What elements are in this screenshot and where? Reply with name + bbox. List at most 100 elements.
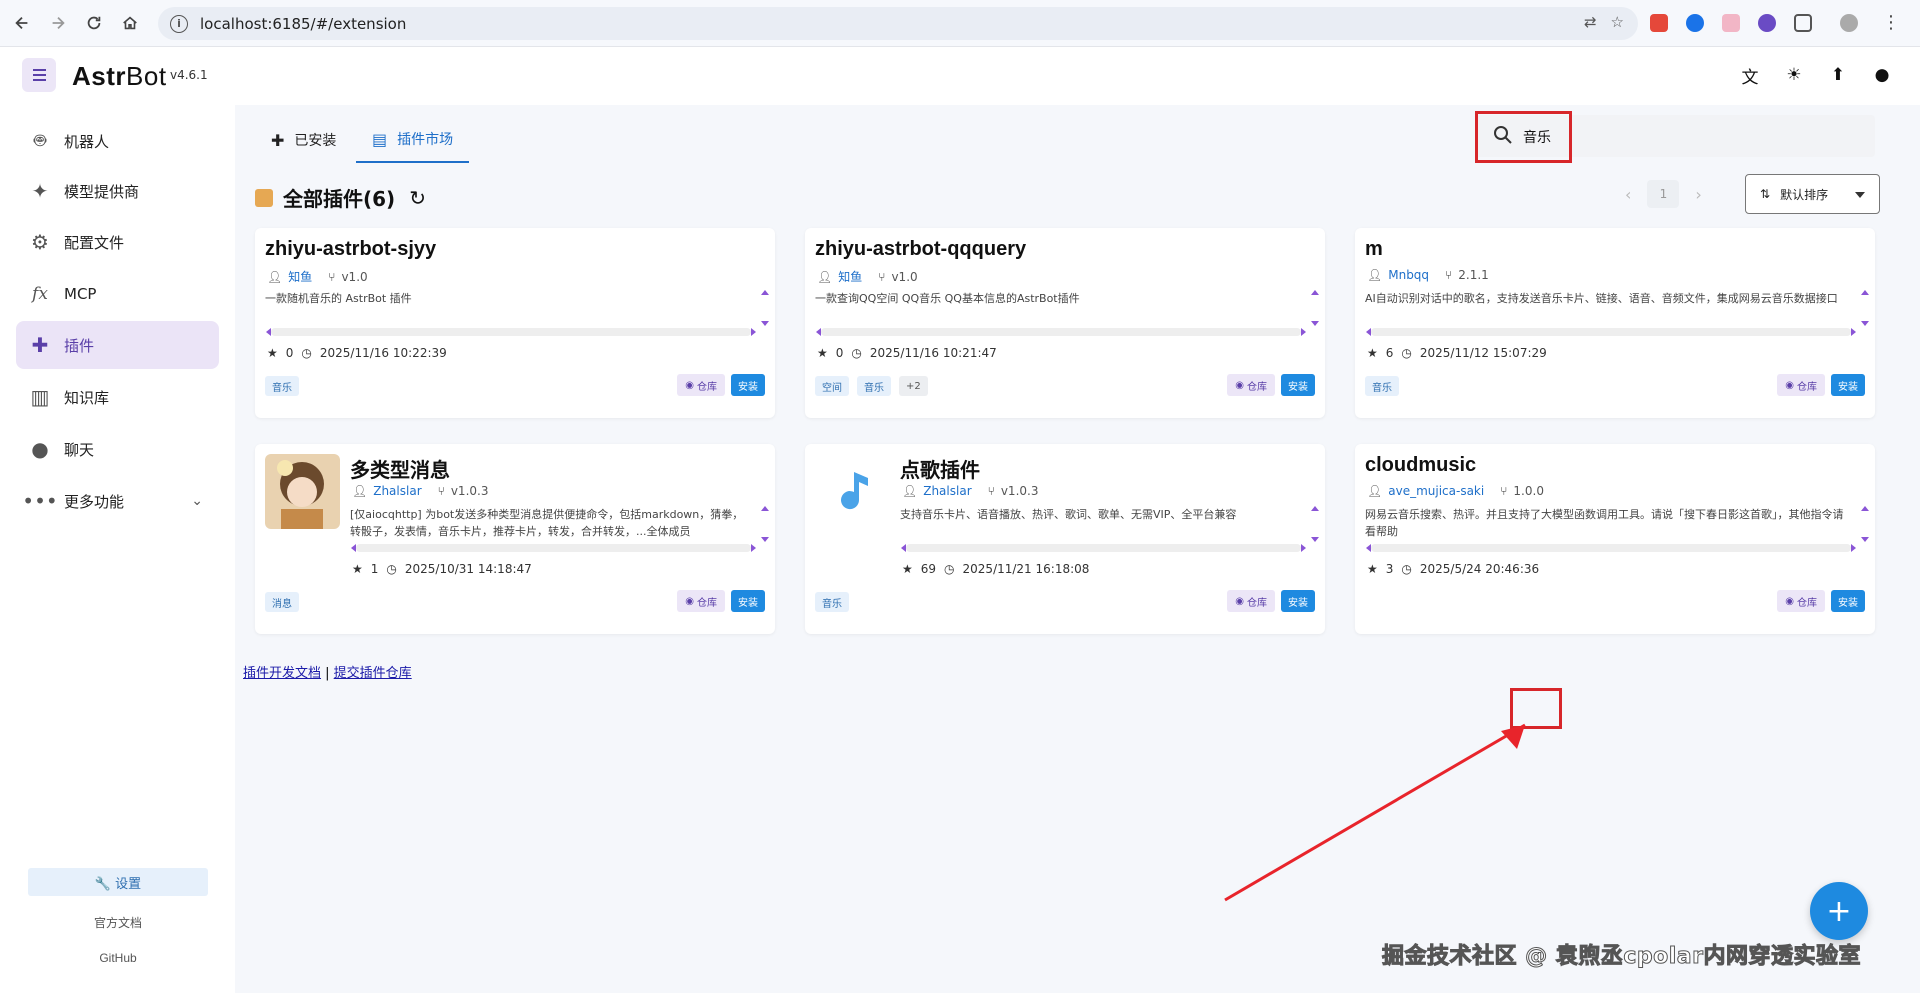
sidebar-item-knowledge[interactable]: ▥ 知识库: [16, 373, 219, 421]
language-icon[interactable]: 文: [1740, 65, 1760, 88]
description-scrollbar[interactable]: [761, 290, 769, 326]
sidebar-item-bots[interactable]: 🤖︎ 机器人: [16, 117, 219, 165]
prev-page-icon[interactable]: ‹: [1625, 185, 1631, 204]
home-icon[interactable]: [114, 7, 146, 39]
extension-purple-icon[interactable]: [1758, 13, 1776, 32]
chat-icon: ●: [31, 437, 49, 461]
plugin-tag[interactable]: 消息: [265, 592, 299, 612]
dev-docs-link[interactable]: 插件开发文档: [243, 666, 321, 681]
repo-button[interactable]: ◉ 仓库: [1777, 374, 1825, 396]
profile-avatar-icon[interactable]: [1840, 13, 1858, 32]
plugin-author[interactable]: Zhalslar: [373, 484, 421, 498]
address-bar[interactable]: i localhost:6185/#/extension ⇄ ☆: [158, 7, 1638, 40]
bookmark-star-icon[interactable]: ☆: [1611, 13, 1624, 31]
clock-icon: ◷: [1401, 346, 1412, 360]
plugin-author[interactable]: Zhalslar: [923, 484, 971, 498]
sidebar-item-config[interactable]: ⚙ 配置文件: [16, 218, 219, 266]
back-icon[interactable]: [6, 7, 38, 39]
repo-button[interactable]: ◉ 仓库: [677, 374, 725, 396]
extension-pink-icon[interactable]: [1722, 13, 1740, 32]
site-info-icon[interactable]: i: [170, 14, 188, 33]
description-scrollbar[interactable]: [761, 506, 769, 542]
plugin-tag[interactable]: 空间: [815, 376, 849, 396]
add-plugin-fab[interactable]: +: [1810, 882, 1868, 940]
extension-red-icon[interactable]: [1650, 13, 1668, 32]
plugin-tag[interactable]: 音乐: [857, 376, 891, 396]
description-scrollbar[interactable]: [1311, 290, 1319, 326]
description-hscrollbar[interactable]: [351, 544, 756, 552]
account-icon[interactable]: ●: [1872, 65, 1892, 85]
description-scrollbar[interactable]: [1861, 506, 1869, 542]
browser-menu-icon[interactable]: ⋮: [1882, 12, 1900, 33]
description-scrollbar[interactable]: [1311, 506, 1319, 542]
plugin-stars: 3: [1385, 562, 1394, 576]
theme-sun-icon[interactable]: ☀: [1784, 65, 1804, 85]
app-header: AstrBot v4.6.1 文 ☀ ⬆ ●: [0, 47, 1920, 105]
update-icon[interactable]: ⬆: [1828, 65, 1848, 85]
description-hscrollbar[interactable]: [266, 328, 756, 336]
plugin-author[interactable]: ave_mujica-saki: [1388, 484, 1484, 498]
branch-icon: ⑂: [328, 269, 336, 284]
plugin-description: AI自动识别对话中的歌名，支持发送音乐卡片、链接、语音、音频文件，集成网易云音乐…: [1365, 292, 1838, 305]
repo-button[interactable]: ◉ 仓库: [1227, 590, 1275, 612]
tab-installed[interactable]: ✚ 已安装: [255, 117, 352, 163]
page-number[interactable]: 1: [1647, 180, 1680, 208]
plugin-card: zhiyu-astrbot-qqquery 👤︎ 知鱼 ⑂ v1.0 一款查询Q…: [805, 228, 1325, 418]
repo-button[interactable]: ◉ 仓库: [677, 590, 725, 612]
install-button[interactable]: 安装: [731, 590, 765, 612]
settings-button[interactable]: 🔧 设置: [28, 868, 208, 896]
plugin-stars: 1: [370, 562, 379, 576]
github-icon: ◉: [1785, 379, 1794, 391]
repo-button[interactable]: ◉ 仓库: [1777, 590, 1825, 612]
sidebar-toggle-button[interactable]: [22, 58, 56, 92]
app-version: v4.6.1: [170, 68, 208, 82]
plugin-tag[interactable]: 音乐: [1365, 376, 1399, 396]
user-icon: 👤︎: [1367, 268, 1383, 282]
sort-select[interactable]: ⇅ 默认排序: [1745, 174, 1880, 214]
official-docs-link[interactable]: 官方文档: [28, 914, 208, 931]
plugin-author[interactable]: 知鱼: [838, 268, 862, 285]
search-icon: [1494, 126, 1512, 144]
plugin-stars: 0: [285, 346, 294, 360]
plugin-author[interactable]: Mnbqq: [1388, 268, 1429, 282]
repo-button[interactable]: ◉ 仓库: [1227, 374, 1275, 396]
plugin-name: cloudmusic: [1365, 454, 1477, 476]
description-hscrollbar[interactable]: [816, 328, 1306, 336]
refresh-icon[interactable]: ↻: [409, 186, 426, 210]
description-hscrollbar[interactable]: [901, 544, 1306, 552]
tab-market[interactable]: ▤ 插件市场: [356, 117, 470, 163]
more-tags-chip[interactable]: +2: [899, 376, 928, 396]
plugin-name: zhiyu-astrbot-sjyy: [265, 238, 437, 260]
github-link[interactable]: GitHub: [28, 951, 208, 965]
install-button[interactable]: 安装: [1281, 590, 1315, 612]
next-page-icon[interactable]: ›: [1695, 185, 1701, 204]
star-icon: ★: [1367, 346, 1378, 360]
sidebar-item-more[interactable]: ••• 更多功能 ⌄: [16, 477, 219, 525]
plugin-author[interactable]: 知鱼: [288, 268, 312, 285]
plugin-version: v1.0.3: [450, 484, 489, 498]
sidebar-item-plugins[interactable]: ✚ 插件: [16, 321, 219, 369]
plugin-tag[interactable]: 音乐: [265, 376, 299, 396]
install-button[interactable]: 安装: [1831, 374, 1865, 396]
plugin-tag[interactable]: 音乐: [815, 592, 849, 612]
install-button[interactable]: 安装: [1281, 374, 1315, 396]
user-icon: 👤︎: [1367, 484, 1383, 498]
description-hscrollbar[interactable]: [1366, 328, 1856, 336]
translate-icon[interactable]: ⇄: [1584, 13, 1597, 31]
github-icon: ◉: [1235, 379, 1244, 391]
function-icon: fx: [32, 284, 48, 304]
description-hscrollbar[interactable]: [1366, 544, 1856, 552]
extension-blue-icon[interactable]: [1686, 13, 1704, 32]
forward-icon[interactable]: [42, 7, 74, 39]
install-button[interactable]: 安装: [1831, 590, 1865, 612]
package-icon: [255, 188, 273, 207]
install-button[interactable]: 安装: [731, 374, 765, 396]
sidebar-item-mcp[interactable]: fx MCP: [16, 270, 219, 318]
reload-icon[interactable]: [78, 7, 110, 39]
sidebar-item-model-providers[interactable]: ✦ 模型提供商: [16, 167, 219, 215]
sidebar-item-chat[interactable]: ● 聊天: [16, 425, 219, 473]
description-scrollbar[interactable]: [1861, 290, 1869, 326]
extensions-puzzle-icon[interactable]: [1794, 13, 1812, 32]
submit-repo-link[interactable]: 提交插件仓库: [334, 666, 412, 681]
pagination: ‹ 1 ›: [1625, 180, 1702, 208]
